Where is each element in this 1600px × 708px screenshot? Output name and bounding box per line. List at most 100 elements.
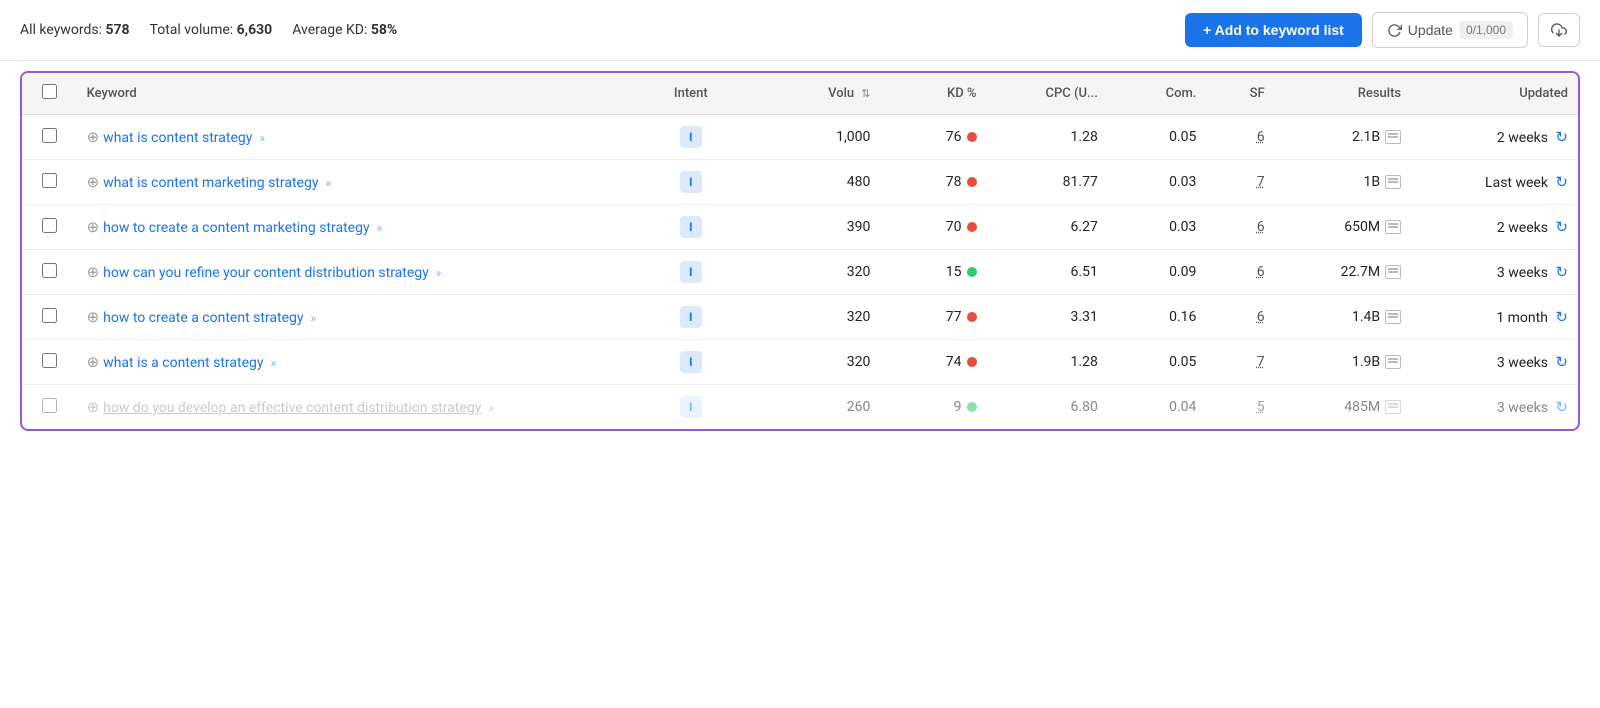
keyword-link[interactable]: what is content strategy [103, 130, 252, 146]
sf-value: 7 [1257, 174, 1265, 190]
row-checkbox[interactable] [42, 173, 57, 188]
keyword-link[interactable]: how do you develop an effective content … [103, 400, 481, 416]
plus-circle-icon[interactable]: ⊕ [87, 218, 100, 236]
export-button[interactable] [1538, 13, 1580, 47]
kd-difficulty-dot [967, 222, 977, 232]
table-container: Keyword Intent Volu ⇅ KD % [0, 61, 1600, 441]
plus-circle-icon[interactable]: ⊕ [87, 398, 100, 416]
row-keyword-cell: ⊕what is a content strategy » [77, 340, 638, 385]
sf-value: 5 [1257, 399, 1265, 415]
row-sf-cell: 6 [1206, 115, 1274, 160]
row-intent-cell: I [638, 250, 744, 295]
keyword-link[interactable]: what is content marketing strategy [103, 175, 318, 191]
row-checkbox[interactable] [42, 263, 57, 278]
row-checkbox[interactable] [42, 308, 57, 323]
refresh-row-icon[interactable]: ↻ [1555, 173, 1568, 191]
results-value: 1.4B [1352, 309, 1380, 325]
keyword-link[interactable]: how to create a content marketing strate… [103, 220, 369, 236]
intent-badge: I [680, 306, 702, 328]
keyword-link[interactable]: how to create a content strategy [103, 310, 303, 326]
row-checkbox-cell [22, 250, 77, 295]
row-intent-cell: I [638, 340, 744, 385]
row-volume-cell: 1,000 [744, 115, 880, 160]
row-checkbox[interactable] [42, 128, 57, 143]
row-volume-cell: 320 [744, 340, 880, 385]
stats-bar: All keywords: 578 Total volume: 6,630 Av… [20, 22, 1161, 38]
kd-difficulty-dot [967, 357, 977, 367]
row-com-cell: 0.04 [1108, 385, 1207, 430]
kd-difficulty-dot [967, 132, 977, 142]
serp-preview-icon[interactable] [1385, 130, 1401, 144]
header-checkbox-cell [22, 73, 77, 115]
plus-circle-icon[interactable]: ⊕ [87, 173, 100, 191]
row-keyword-cell: ⊕how do you develop an effective content… [77, 385, 638, 430]
refresh-row-icon[interactable]: ↻ [1555, 308, 1568, 326]
table-row: ⊕how to create a content marketing strat… [22, 205, 1578, 250]
serp-preview-icon[interactable] [1385, 355, 1401, 369]
plus-circle-icon[interactable]: ⊕ [87, 128, 100, 146]
row-volume-cell: 320 [744, 250, 880, 295]
header-sf: SF [1206, 73, 1274, 115]
intent-badge: I [680, 126, 702, 148]
refresh-row-icon[interactable]: ↻ [1555, 353, 1568, 371]
row-results-cell: 1B [1275, 160, 1411, 205]
keyword-link[interactable]: how can you refine your content distribu… [103, 265, 429, 281]
row-kd-cell: 74 [880, 340, 986, 385]
row-updated-cell: 2 weeks ↻ [1411, 115, 1578, 160]
row-checkbox[interactable] [42, 218, 57, 233]
refresh-row-icon[interactable]: ↻ [1555, 128, 1568, 146]
row-cpc-cell: 6.80 [987, 385, 1108, 430]
row-intent-cell: I [638, 205, 744, 250]
select-all-checkbox[interactable] [42, 84, 57, 99]
plus-circle-icon[interactable]: ⊕ [87, 263, 100, 281]
row-checkbox-cell [22, 205, 77, 250]
row-checkbox[interactable] [42, 398, 57, 413]
plus-circle-icon[interactable]: ⊕ [87, 353, 100, 371]
table-header-row: Keyword Intent Volu ⇅ KD % [22, 73, 1578, 115]
row-volume-cell: 480 [744, 160, 880, 205]
chevron-right-icon: » [322, 176, 331, 190]
intent-badge: I [680, 396, 702, 418]
intent-badge: I [680, 171, 702, 193]
keyword-link[interactable]: what is a content strategy [103, 355, 263, 371]
serp-preview-icon[interactable] [1385, 265, 1401, 279]
table-row: ⊕how to create a content strategy » I 32… [22, 295, 1578, 340]
kd-difficulty-dot [967, 402, 977, 412]
header-com: Com. [1108, 73, 1207, 115]
row-volume-cell: 390 [744, 205, 880, 250]
results-value: 650M [1344, 219, 1380, 235]
row-checkbox[interactable] [42, 353, 57, 368]
results-value: 22.7M [1341, 264, 1381, 280]
row-kd-cell: 76 [880, 115, 986, 160]
refresh-row-icon[interactable]: ↻ [1555, 263, 1568, 281]
plus-circle-icon[interactable]: ⊕ [87, 308, 100, 326]
update-label: Update [1408, 22, 1453, 38]
update-button[interactable]: Update 0/1,000 [1372, 12, 1528, 48]
total-volume-value: 6,630 [237, 22, 273, 38]
table-row: ⊕what is a content strategy » I 320 74 1… [22, 340, 1578, 385]
serp-preview-icon[interactable] [1385, 175, 1401, 189]
row-checkbox-cell [22, 385, 77, 430]
chevron-right-icon: » [267, 356, 276, 370]
header-intent: Intent [638, 73, 744, 115]
sf-value: 7 [1257, 354, 1265, 370]
table-row: ⊕what is content marketing strategy » I … [22, 160, 1578, 205]
row-checkbox-cell [22, 115, 77, 160]
add-to-keyword-list-button[interactable]: + Add to keyword list [1185, 13, 1362, 47]
serp-preview-icon[interactable] [1385, 220, 1401, 234]
header-volume[interactable]: Volu ⇅ [744, 73, 880, 115]
header-updated: Updated [1411, 73, 1578, 115]
avg-kd-value: 58% [371, 22, 397, 38]
row-sf-cell: 5 [1206, 385, 1274, 430]
serp-preview-icon[interactable] [1385, 310, 1401, 324]
row-keyword-cell: ⊕how to create a content marketing strat… [77, 205, 638, 250]
serp-preview-icon[interactable] [1385, 400, 1401, 414]
avg-kd-stat: Average KD: 58% [292, 22, 397, 38]
row-updated-cell: 3 weeks ↻ [1411, 340, 1578, 385]
refresh-row-icon[interactable]: ↻ [1555, 398, 1568, 416]
chevron-right-icon: » [433, 266, 442, 280]
refresh-row-icon[interactable]: ↻ [1555, 218, 1568, 236]
row-kd-cell: 70 [880, 205, 986, 250]
row-results-cell: 2.1B [1275, 115, 1411, 160]
intent-badge: I [680, 351, 702, 373]
